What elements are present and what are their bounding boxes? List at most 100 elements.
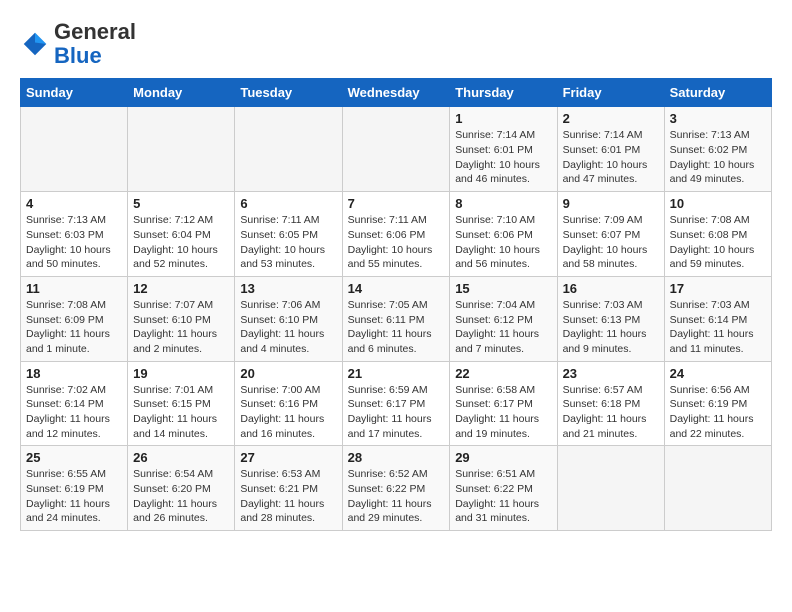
day-detail: Sunrise: 6:58 AM Sunset: 6:17 PM Dayligh…	[455, 383, 551, 442]
day-number: 23	[563, 366, 659, 381]
day-number: 13	[240, 281, 336, 296]
day-detail: Sunrise: 7:11 AM Sunset: 6:05 PM Dayligh…	[240, 213, 336, 272]
day-detail: Sunrise: 6:54 AM Sunset: 6:20 PM Dayligh…	[133, 467, 229, 526]
day-cell: 27 Sunrise: 6:53 AM Sunset: 6:21 PM Dayli…	[235, 446, 342, 531]
day-cell: 24 Sunrise: 6:56 AM Sunset: 6:19 PM Dayli…	[664, 361, 771, 446]
week-row-2: 4 Sunrise: 7:13 AM Sunset: 6:03 PM Daylig…	[21, 192, 772, 277]
day-detail: Sunrise: 7:03 AM Sunset: 6:14 PM Dayligh…	[670, 298, 766, 357]
week-row-3: 11 Sunrise: 7:08 AM Sunset: 6:09 PM Dayli…	[21, 276, 772, 361]
day-cell: 23 Sunrise: 6:57 AM Sunset: 6:18 PM Dayli…	[557, 361, 664, 446]
week-row-4: 18Sunrise: 7:02 AM Sunset: 6:14 PM Dayli…	[21, 361, 772, 446]
day-cell: 11 Sunrise: 7:08 AM Sunset: 6:09 PM Dayli…	[21, 276, 128, 361]
day-number: 18	[26, 366, 122, 381]
day-cell: 12 Sunrise: 7:07 AM Sunset: 6:10 PM Dayli…	[128, 276, 235, 361]
day-number: 28	[348, 450, 445, 465]
day-number: 14	[348, 281, 445, 296]
day-detail: Sunrise: 7:01 AM Sunset: 6:15 PM Dayligh…	[133, 383, 229, 442]
day-cell: 26 Sunrise: 6:54 AM Sunset: 6:20 PM Dayli…	[128, 446, 235, 531]
day-detail: Sunrise: 7:00 AM Sunset: 6:16 PM Dayligh…	[240, 383, 336, 442]
day-detail: Sunrise: 7:10 AM Sunset: 6:06 PM Dayligh…	[455, 213, 551, 272]
day-cell	[664, 446, 771, 531]
day-cell: 18Sunrise: 7:02 AM Sunset: 6:14 PM Dayli…	[21, 361, 128, 446]
page-header: General Blue	[20, 20, 772, 68]
logo-text: General Blue	[54, 20, 136, 68]
week-row-1: 1 Sunrise: 7:14 AM Sunset: 6:01 PM Daylig…	[21, 107, 772, 192]
day-detail: Sunrise: 7:06 AM Sunset: 6:10 PM Dayligh…	[240, 298, 336, 357]
day-detail: Sunrise: 7:04 AM Sunset: 6:12 PM Dayligh…	[455, 298, 551, 357]
day-detail: Sunrise: 6:51 AM Sunset: 6:22 PM Dayligh…	[455, 467, 551, 526]
header-cell-wednesday: Wednesday	[342, 79, 450, 107]
day-detail: Sunrise: 7:08 AM Sunset: 6:08 PM Dayligh…	[670, 213, 766, 272]
day-number: 5	[133, 196, 229, 211]
day-detail: Sunrise: 7:12 AM Sunset: 6:04 PM Dayligh…	[133, 213, 229, 272]
day-detail: Sunrise: 6:59 AM Sunset: 6:17 PM Dayligh…	[348, 383, 445, 442]
day-cell	[21, 107, 128, 192]
week-row-5: 25Sunrise: 6:55 AM Sunset: 6:19 PM Dayli…	[21, 446, 772, 531]
day-number: 10	[670, 196, 766, 211]
day-cell: 16 Sunrise: 7:03 AM Sunset: 6:13 PM Dayli…	[557, 276, 664, 361]
day-cell: 20 Sunrise: 7:00 AM Sunset: 6:16 PM Dayli…	[235, 361, 342, 446]
day-cell: 14 Sunrise: 7:05 AM Sunset: 6:11 PM Dayli…	[342, 276, 450, 361]
day-number: 29	[455, 450, 551, 465]
day-number: 1	[455, 111, 551, 126]
day-number: 12	[133, 281, 229, 296]
day-detail: Sunrise: 7:07 AM Sunset: 6:10 PM Dayligh…	[133, 298, 229, 357]
header-cell-saturday: Saturday	[664, 79, 771, 107]
day-detail: Sunrise: 7:05 AM Sunset: 6:11 PM Dayligh…	[348, 298, 445, 357]
calendar-header: SundayMondayTuesdayWednesdayThursdayFrid…	[21, 79, 772, 107]
logo-icon	[20, 29, 50, 59]
header-cell-tuesday: Tuesday	[235, 79, 342, 107]
day-number: 19	[133, 366, 229, 381]
calendar-body: 1 Sunrise: 7:14 AM Sunset: 6:01 PM Daylig…	[21, 107, 772, 531]
day-cell: 25Sunrise: 6:55 AM Sunset: 6:19 PM Dayli…	[21, 446, 128, 531]
day-number: 22	[455, 366, 551, 381]
day-cell: 29 Sunrise: 6:51 AM Sunset: 6:22 PM Dayli…	[450, 446, 557, 531]
day-number: 4	[26, 196, 122, 211]
day-number: 16	[563, 281, 659, 296]
header-cell-monday: Monday	[128, 79, 235, 107]
day-detail: Sunrise: 7:03 AM Sunset: 6:13 PM Dayligh…	[563, 298, 659, 357]
day-cell	[128, 107, 235, 192]
day-number: 3	[670, 111, 766, 126]
day-cell: 10 Sunrise: 7:08 AM Sunset: 6:08 PM Dayli…	[664, 192, 771, 277]
day-number: 8	[455, 196, 551, 211]
day-cell: 8 Sunrise: 7:10 AM Sunset: 6:06 PM Daylig…	[450, 192, 557, 277]
day-cell: 7Sunrise: 7:11 AM Sunset: 6:06 PM Daylig…	[342, 192, 450, 277]
day-number: 24	[670, 366, 766, 381]
day-number: 6	[240, 196, 336, 211]
day-number: 17	[670, 281, 766, 296]
day-cell: 6 Sunrise: 7:11 AM Sunset: 6:05 PM Daylig…	[235, 192, 342, 277]
day-number: 11	[26, 281, 122, 296]
day-cell: 5 Sunrise: 7:12 AM Sunset: 6:04 PM Daylig…	[128, 192, 235, 277]
day-cell: 2 Sunrise: 7:14 AM Sunset: 6:01 PM Daylig…	[557, 107, 664, 192]
day-cell: 4 Sunrise: 7:13 AM Sunset: 6:03 PM Daylig…	[21, 192, 128, 277]
header-cell-friday: Friday	[557, 79, 664, 107]
day-number: 20	[240, 366, 336, 381]
day-cell: 15Sunrise: 7:04 AM Sunset: 6:12 PM Dayli…	[450, 276, 557, 361]
day-cell: 22 Sunrise: 6:58 AM Sunset: 6:17 PM Dayli…	[450, 361, 557, 446]
day-cell: 21 Sunrise: 6:59 AM Sunset: 6:17 PM Dayli…	[342, 361, 450, 446]
day-number: 27	[240, 450, 336, 465]
day-cell: 13 Sunrise: 7:06 AM Sunset: 6:10 PM Dayli…	[235, 276, 342, 361]
day-detail: Sunrise: 7:09 AM Sunset: 6:07 PM Dayligh…	[563, 213, 659, 272]
day-number: 25	[26, 450, 122, 465]
day-cell: 1 Sunrise: 7:14 AM Sunset: 6:01 PM Daylig…	[450, 107, 557, 192]
day-number: 2	[563, 111, 659, 126]
day-detail: Sunrise: 7:08 AM Sunset: 6:09 PM Dayligh…	[26, 298, 122, 357]
day-cell	[235, 107, 342, 192]
day-detail: Sunrise: 6:52 AM Sunset: 6:22 PM Dayligh…	[348, 467, 445, 526]
day-number: 21	[348, 366, 445, 381]
day-detail: Sunrise: 7:13 AM Sunset: 6:03 PM Dayligh…	[26, 213, 122, 272]
day-detail: Sunrise: 7:13 AM Sunset: 6:02 PM Dayligh…	[670, 128, 766, 187]
day-detail: Sunrise: 6:53 AM Sunset: 6:21 PM Dayligh…	[240, 467, 336, 526]
header-cell-sunday: Sunday	[21, 79, 128, 107]
day-cell: 17 Sunrise: 7:03 AM Sunset: 6:14 PM Dayli…	[664, 276, 771, 361]
day-detail: Sunrise: 6:57 AM Sunset: 6:18 PM Dayligh…	[563, 383, 659, 442]
header-row: SundayMondayTuesdayWednesdayThursdayFrid…	[21, 79, 772, 107]
day-cell: 9Sunrise: 7:09 AM Sunset: 6:07 PM Daylig…	[557, 192, 664, 277]
day-detail: Sunrise: 6:56 AM Sunset: 6:19 PM Dayligh…	[670, 383, 766, 442]
day-detail: Sunrise: 7:14 AM Sunset: 6:01 PM Dayligh…	[563, 128, 659, 187]
day-number: 26	[133, 450, 229, 465]
day-detail: Sunrise: 7:14 AM Sunset: 6:01 PM Dayligh…	[455, 128, 551, 187]
day-cell: 19 Sunrise: 7:01 AM Sunset: 6:15 PM Dayli…	[128, 361, 235, 446]
